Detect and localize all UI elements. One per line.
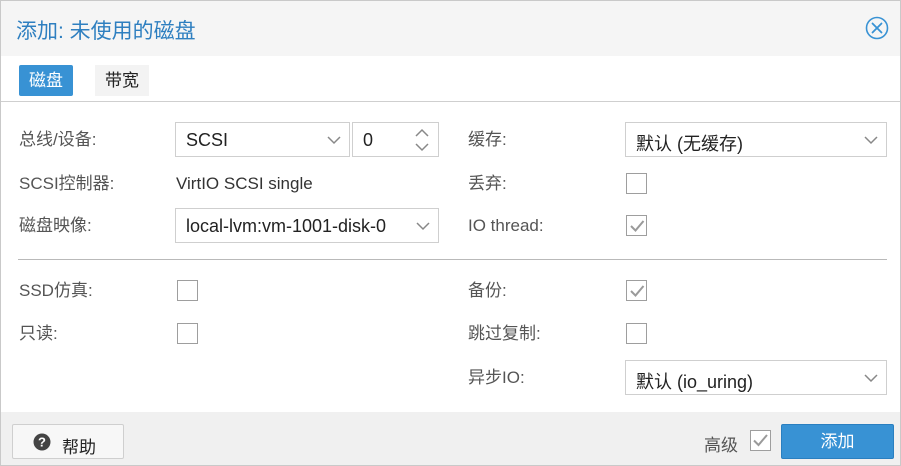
tab-bandwidth[interactable]: 带宽 xyxy=(95,65,149,96)
backup-label: 备份: xyxy=(468,281,507,300)
close-icon[interactable] xyxy=(865,16,889,40)
readonly-label: 只读: xyxy=(19,324,58,343)
discard-label: 丢弃: xyxy=(468,174,507,193)
chevron-down-icon xyxy=(864,374,878,383)
chevron-down-icon xyxy=(416,222,430,231)
iothread-checkbox[interactable] xyxy=(626,215,647,236)
chevron-down-icon xyxy=(864,136,878,145)
add-unused-disk-dialog: 添加: 未使用的磁盘 磁盘 带宽 总线/设备: SCSI 0 SCSI控制器: … xyxy=(0,0,901,466)
dialog-footer: ? 帮助 高级 添加 xyxy=(1,412,900,465)
section-divider xyxy=(18,259,887,260)
ssd-emulation-checkbox[interactable] xyxy=(177,280,198,301)
disk-image-label: 磁盘映像: xyxy=(19,216,92,235)
async-io-label: 异步IO: xyxy=(468,368,525,387)
cache-select-value: 默认 (无缓存) xyxy=(636,134,743,154)
disk-image-select-value: local-lvm:vm-1001-disk-0 xyxy=(186,216,387,236)
device-number-stepper[interactable]: 0 xyxy=(352,122,439,157)
dialog-title: 添加: 未使用的磁盘 xyxy=(16,20,196,43)
dialog-titlebar: 添加: 未使用的磁盘 xyxy=(1,1,900,56)
advanced-checkbox[interactable] xyxy=(750,430,771,451)
checkmark-icon xyxy=(630,220,645,232)
bus-device-label: 总线/设备: xyxy=(19,130,97,149)
device-number-value: 0 xyxy=(363,130,374,150)
bus-select[interactable]: SCSI xyxy=(175,122,350,157)
discard-checkbox[interactable] xyxy=(626,173,647,194)
help-button-label: 帮助 xyxy=(62,438,96,457)
question-circle-icon: ? xyxy=(33,433,51,451)
disk-image-select[interactable]: local-lvm:vm-1001-disk-0 xyxy=(175,208,439,243)
tab-disk[interactable]: 磁盘 xyxy=(19,65,73,96)
advanced-label: 高级 xyxy=(704,436,738,455)
skip-replication-checkbox[interactable] xyxy=(626,323,647,344)
skip-replication-label: 跳过复制: xyxy=(468,324,541,343)
bus-select-value: SCSI xyxy=(186,130,229,150)
svg-text:?: ? xyxy=(38,435,46,450)
iothread-label: IO thread: xyxy=(468,216,544,235)
spinner-arrows-icon[interactable] xyxy=(414,126,430,154)
cache-label: 缓存: xyxy=(468,130,507,149)
chevron-down-icon xyxy=(327,136,341,145)
async-io-select-value: 默认 (io_uring) xyxy=(636,372,754,392)
scsi-controller-value: VirtIO SCSI single xyxy=(176,174,313,193)
checkmark-icon xyxy=(630,285,645,297)
async-io-select[interactable]: 默认 (io_uring) xyxy=(625,360,887,395)
tab-bar: 磁盘 带宽 xyxy=(1,56,900,102)
cache-select[interactable]: 默认 (无缓存) xyxy=(625,122,887,157)
help-button[interactable]: ? 帮助 xyxy=(12,424,124,459)
readonly-checkbox[interactable] xyxy=(177,323,198,344)
ssd-emulation-label: SSD仿真: xyxy=(19,281,93,300)
add-button[interactable]: 添加 xyxy=(781,424,894,459)
backup-checkbox[interactable] xyxy=(626,280,647,301)
scsi-controller-label: SCSI控制器: xyxy=(19,174,115,193)
checkbox-checked-icon xyxy=(750,430,771,451)
